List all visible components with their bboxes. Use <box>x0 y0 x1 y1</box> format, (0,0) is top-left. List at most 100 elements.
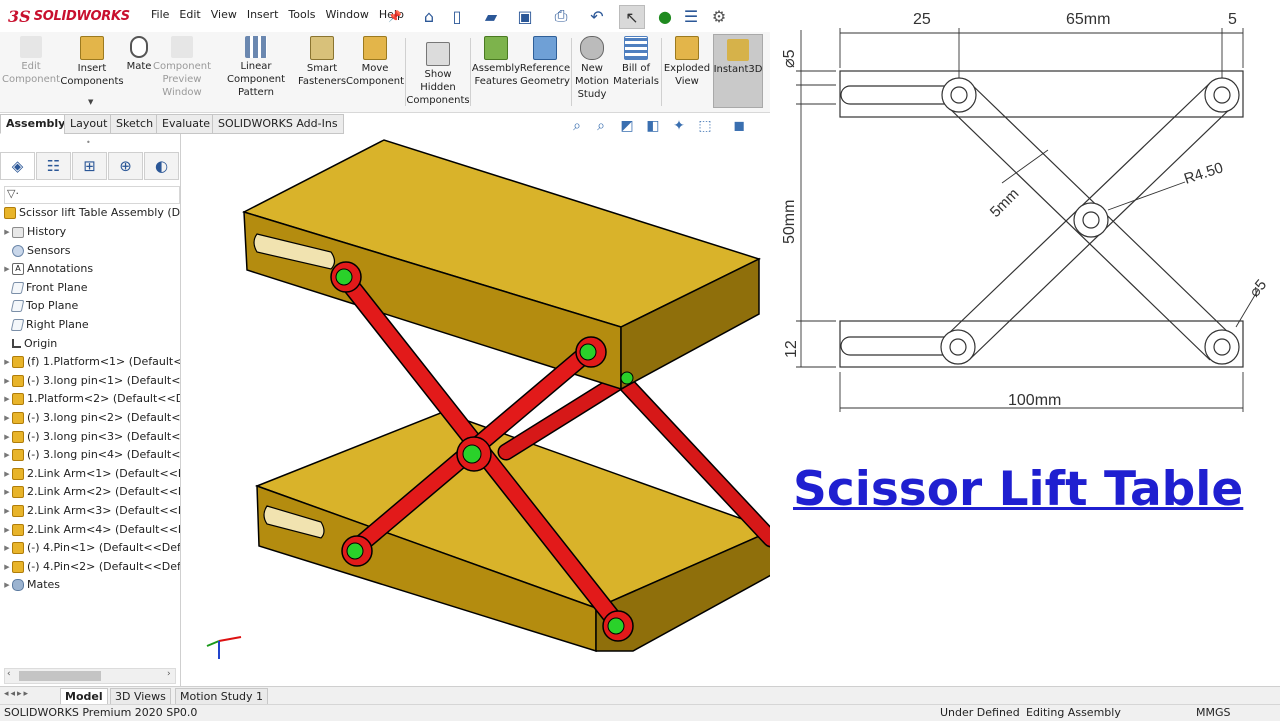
options-gear-icon[interactable]: ⚙ <box>706 5 732 27</box>
tree-item[interactable]: ▶ 1.Platform<2> (Default<<De <box>0 390 180 408</box>
tree-item[interactable]: Sensors <box>0 242 180 260</box>
tree-item[interactable]: ▶ (-) 3.long pin<1> (Default<< <box>0 372 180 390</box>
tree-item[interactable]: ▶ Mates <box>0 576 180 594</box>
select-icon[interactable]: ↖ <box>619 5 645 29</box>
tab-scroll-arrows-icon[interactable]: ◂◂▸▸ <box>4 689 30 699</box>
expand-arrow-icon[interactable]: ▶ <box>2 372 12 390</box>
expand-arrow-icon[interactable]: ▶ <box>2 223 12 241</box>
expand-arrow-icon[interactable]: ▶ <box>2 409 12 427</box>
scroll-left-icon[interactable]: ‹ <box>7 669 11 679</box>
new-document-icon[interactable]: ▯ <box>446 5 468 27</box>
rebuild-icon[interactable]: ● <box>656 5 674 27</box>
menu-window[interactable]: Window <box>321 8 374 21</box>
horizontal-scrollbar[interactable]: ‹ › <box>4 668 176 684</box>
tree-item[interactable]: Origin <box>0 335 180 353</box>
expand-arrow-icon[interactable]: ▶ <box>2 428 12 446</box>
tree-item[interactable]: ▶ History <box>0 223 180 241</box>
instant3d-button[interactable]: Instant3D <box>713 34 763 108</box>
show-hidden-button[interactable]: Show Hidden Components <box>406 42 470 107</box>
dimxpert-tab-icon[interactable]: ⊕ <box>108 152 143 180</box>
undo-icon[interactable]: ↶ <box>584 5 610 27</box>
insert-components-button[interactable]: Insert Components <box>60 36 124 88</box>
assembly-features-button[interactable]: Assembly Features <box>472 36 520 88</box>
save-icon[interactable]: ▣ <box>512 5 538 27</box>
display-style-icon[interactable]: ◼ <box>730 117 748 135</box>
reference-geometry-button[interactable]: Reference Geometry <box>520 36 570 88</box>
dimension-65mm: 65mm <box>1066 11 1110 28</box>
tab-layout[interactable]: Layout <box>64 114 114 134</box>
tree-item[interactable]: ▶ (f) 1.Platform<1> (Default<< <box>0 353 180 371</box>
view-orientation-icon[interactable]: ⬚ <box>696 117 714 135</box>
video-title: Scissor Lift Table <box>793 462 1244 517</box>
configuration-manager-tab-icon[interactable]: ⊞ <box>72 152 107 180</box>
graphics-area[interactable] <box>181 134 780 686</box>
tree-item[interactable]: ▶ (-) 3.long pin<2> (Default<< <box>0 409 180 427</box>
section-view-icon[interactable]: ◧ <box>644 117 662 135</box>
open-icon[interactable]: ▰ <box>478 5 504 27</box>
expand-arrow-icon[interactable]: ▶ <box>2 483 12 501</box>
scroll-right-icon[interactable]: › <box>167 669 171 679</box>
pin-icon[interactable]: 📌 <box>388 5 402 27</box>
feature-manager-tab-icon[interactable]: ◈ <box>0 152 35 180</box>
menu-file[interactable]: File <box>146 8 174 21</box>
mate-button[interactable]: Mate <box>124 36 154 73</box>
ribbon-separator <box>470 38 471 106</box>
expand-arrow-icon[interactable]: ▶ <box>2 558 12 576</box>
expand-arrow-icon[interactable]: ▶ <box>2 260 12 278</box>
tab-addins[interactable]: SOLIDWORKS Add-Ins <box>212 114 344 134</box>
expand-arrow-icon[interactable]: ▶ <box>2 353 12 371</box>
tree-item[interactable]: ▶ (-) 3.long pin<3> (Default<< <box>0 428 180 446</box>
tree-item[interactable]: ▶ (-) 4.Pin<2> (Default<<Defau <box>0 558 180 576</box>
tree-filter[interactable]: ▽· <box>4 186 180 204</box>
menu-view[interactable]: View <box>206 8 242 21</box>
units-selector[interactable]: MMGS <box>1196 705 1231 721</box>
move-component-button[interactable]: Move Component <box>346 36 404 88</box>
display-manager-tab-icon[interactable]: ◐ <box>144 152 179 180</box>
tree-root[interactable]: Scissor lift Table Assembly (Default <box>0 204 180 222</box>
exploded-view-button[interactable]: Exploded View <box>663 36 711 88</box>
tree-item[interactable]: Front Plane <box>0 279 180 297</box>
dynamic-annotation-icon[interactable]: ✦ <box>670 117 688 135</box>
print-icon[interactable]: ⎙ <box>548 5 574 27</box>
tree-item[interactable]: ▶ 2.Link Arm<1> (Default<<De <box>0 465 180 483</box>
expand-arrow-icon[interactable]: ▶ <box>2 539 12 557</box>
expand-arrow-icon[interactable]: ▶ <box>2 502 12 520</box>
component-preview-button[interactable]: Component Preview Window <box>153 36 211 99</box>
tab-evaluate[interactable]: Evaluate <box>156 114 217 134</box>
part-icon <box>12 486 24 499</box>
tree-item[interactable]: ▶ 2.Link Arm<4> (Default<<De <box>0 521 180 539</box>
bill-of-materials-button[interactable]: Bill of Materials <box>613 36 659 88</box>
property-manager-tab-icon[interactable]: ☷ <box>36 152 71 180</box>
tree-item[interactable]: Top Plane <box>0 297 180 315</box>
tree-item[interactable]: ▶ 2.Link Arm<3> (Default<<De <box>0 502 180 520</box>
zoom-area-icon[interactable]: ⌕ <box>592 117 610 135</box>
tree-item[interactable]: ▶ 2.Link Arm<2> (Default<<De <box>0 483 180 501</box>
scroll-thumb[interactable] <box>19 671 101 681</box>
new-motion-study-button[interactable]: New Motion Study <box>573 36 611 101</box>
tree-item[interactable]: ▶ (-) 4.Pin<1> (Default<<Defau <box>0 539 180 557</box>
expand-arrow-icon[interactable]: ▶ <box>2 521 12 539</box>
tree-item[interactable]: Right Plane <box>0 316 180 334</box>
previous-view-icon[interactable]: ◩ <box>618 117 636 135</box>
panel-grip-icon[interactable]: • <box>86 138 91 147</box>
expand-arrow-icon[interactable]: ▶ <box>2 576 12 594</box>
linear-pattern-button[interactable]: Linear Component Pattern <box>212 36 300 99</box>
assembly-3d-model <box>206 139 780 659</box>
file-properties-icon[interactable]: ☰ <box>680 5 702 27</box>
tab-assembly[interactable]: Assembly <box>0 114 72 134</box>
tree-item[interactable]: ▶ A Annotations <box>0 260 180 278</box>
edit-component-button[interactable]: Edit Component <box>2 36 60 86</box>
expand-arrow-icon[interactable]: ▶ <box>2 465 12 483</box>
menu-tools[interactable]: Tools <box>283 8 320 21</box>
expand-arrow-icon[interactable]: ▶ <box>2 390 12 408</box>
zoom-to-fit-icon[interactable]: ⌕ <box>568 117 586 135</box>
smart-fasteners-button[interactable]: Smart Fasteners <box>298 36 346 88</box>
preview-window-icon <box>171 36 193 58</box>
tree-item[interactable]: ▶ (-) 3.long pin<4> (Default<< <box>0 446 180 464</box>
insert-dropdown-icon[interactable]: ▼ <box>88 98 93 106</box>
expand-arrow-icon[interactable]: ▶ <box>2 446 12 464</box>
menu-insert[interactable]: Insert <box>242 8 284 21</box>
menu-edit[interactable]: Edit <box>174 8 205 21</box>
tab-sketch[interactable]: Sketch <box>110 114 160 134</box>
home-icon[interactable]: ⌂ <box>418 5 440 27</box>
